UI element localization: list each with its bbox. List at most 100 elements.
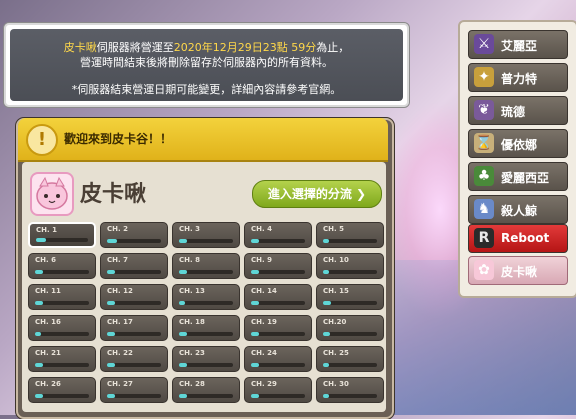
- channel-label: CH. 16: [35, 318, 61, 326]
- channel-load-fill: [251, 363, 260, 367]
- channel-load-bar: [251, 270, 305, 274]
- claw-icon: ❦: [474, 100, 494, 120]
- channel-button[interactable]: CH. 8: [172, 253, 240, 279]
- channel-load-bar: [36, 238, 88, 242]
- notice-line-2: 營運時間結束後將刪除留存於伺服器內的所有資料。: [80, 56, 333, 69]
- channel-label: CH. 5: [323, 225, 344, 233]
- world-button[interactable]: R Reboot: [468, 224, 568, 253]
- channel-load-bar: [179, 270, 233, 274]
- channel-button[interactable]: CH. 28: [172, 377, 240, 403]
- channel-label: CH. 22: [107, 349, 133, 357]
- world-button[interactable]: ♞ 殺人鯨: [468, 195, 568, 224]
- channel-button[interactable]: CH. 19: [244, 315, 312, 341]
- channel-button[interactable]: CH. 30: [316, 377, 384, 403]
- channel-label: CH. 9: [251, 256, 272, 264]
- channel-label: CH. 8: [179, 256, 200, 264]
- channel-load-fill: [323, 239, 330, 243]
- world-button[interactable]: ⌛ 優依娜: [468, 129, 568, 158]
- world-label: 殺人鯨: [501, 204, 538, 218]
- channel-button[interactable]: CH. 3: [172, 222, 240, 248]
- staff-icon: ✦: [474, 67, 494, 87]
- channel-button[interactable]: CH.20: [316, 315, 384, 341]
- channel-load-bar: [179, 301, 233, 305]
- channel-label: CH. 24: [251, 349, 277, 357]
- hourglass-icon: ⌛: [474, 133, 494, 153]
- pinkbean-avatar-icon: [30, 172, 74, 216]
- notice-line-3: *伺服器結束營運日期可能變更，詳細內容請參考官網。: [71, 83, 342, 96]
- world-button[interactable]: ✿ 皮卡啾: [468, 256, 568, 285]
- channel-button[interactable]: CH. 16: [28, 315, 96, 341]
- channel-load-fill: [107, 332, 116, 336]
- channel-load-fill: [179, 332, 187, 336]
- channel-label: CH. 10: [323, 256, 349, 264]
- channel-load-bar: [35, 270, 89, 274]
- channel-button[interactable]: CH. 18: [172, 315, 240, 341]
- channel-button[interactable]: CH. 13: [172, 284, 240, 310]
- world-button[interactable]: ❦ 琉德: [468, 96, 568, 125]
- channel-label: CH. 3: [179, 225, 200, 233]
- channel-label: CH. 19: [251, 318, 277, 326]
- channel-button[interactable]: CH. 27: [100, 377, 168, 403]
- channel-button[interactable]: CH. 29: [244, 377, 312, 403]
- channel-load-bar: [323, 301, 377, 305]
- channel-button[interactable]: CH. 21: [28, 346, 96, 372]
- channel-button[interactable]: CH. 17: [100, 315, 168, 341]
- channel-button[interactable]: CH. 23: [172, 346, 240, 372]
- channel-load-bar: [251, 363, 305, 367]
- channel-load-fill: [35, 332, 42, 336]
- channel-button[interactable]: CH. 9: [244, 253, 312, 279]
- enter-channel-button[interactable]: 進入選擇的分流 ❯: [252, 180, 382, 208]
- channel-button[interactable]: CH. 26: [28, 377, 96, 403]
- channel-label: CH. 14: [251, 287, 277, 295]
- notice-server-name: 皮卡啾: [63, 41, 97, 54]
- channel-load-fill: [323, 363, 330, 367]
- channel-button[interactable]: CH. 1: [28, 222, 96, 248]
- channel-label: CH. 17: [107, 318, 133, 326]
- channel-button[interactable]: CH. 10: [316, 253, 384, 279]
- channel-load-bar: [323, 394, 377, 398]
- channel-label: CH. 23: [179, 349, 205, 357]
- welcome-banner: ! 歡迎來到皮卡谷！！: [18, 118, 388, 162]
- world-label: 優依娜: [501, 138, 538, 152]
- world-label: Reboot: [501, 231, 550, 245]
- channel-button[interactable]: CH. 7: [100, 253, 168, 279]
- world-label: 皮卡啾: [501, 265, 538, 279]
- channel-button[interactable]: CH. 4: [244, 222, 312, 248]
- channel-label: CH. 13: [179, 287, 205, 295]
- channel-button[interactable]: CH. 12: [100, 284, 168, 310]
- channel-label: CH. 6: [35, 256, 56, 264]
- channel-label: CH. 29: [251, 380, 277, 388]
- sword-icon: ⚔: [474, 34, 494, 54]
- channel-label: CH. 15: [323, 287, 349, 295]
- channel-label: CH. 28: [179, 380, 205, 388]
- channel-button[interactable]: CH. 6: [28, 253, 96, 279]
- tree-icon: ♣: [474, 166, 494, 186]
- welcome-text: 歡迎來到皮卡谷！！: [64, 132, 173, 146]
- channel-button[interactable]: CH. 24: [244, 346, 312, 372]
- notice-body: 皮卡啾伺服器將營運至2020年12月29日23點 59分為止， 營運時間結束後將…: [10, 29, 403, 101]
- notice-text-b: 為止，: [316, 41, 350, 54]
- channel-load-bar: [107, 239, 161, 243]
- channel-button[interactable]: CH. 22: [100, 346, 168, 372]
- channel-load-fill: [251, 270, 260, 274]
- channel-button[interactable]: CH. 2: [100, 222, 168, 248]
- channel-load-bar: [35, 394, 89, 398]
- channel-load-bar: [251, 239, 305, 243]
- channel-load-bar: [35, 363, 89, 367]
- channel-load-fill: [179, 301, 186, 305]
- channel-button[interactable]: CH. 11: [28, 284, 96, 310]
- channel-button[interactable]: CH. 14: [244, 284, 312, 310]
- channel-button[interactable]: CH. 5: [316, 222, 384, 248]
- channel-load-fill: [323, 332, 331, 336]
- world-button[interactable]: ♣ 愛麗西亞: [468, 162, 568, 191]
- world-button[interactable]: ✦ 普力特: [468, 63, 568, 92]
- channel-load-fill: [35, 363, 43, 367]
- channel-load-bar: [107, 332, 161, 336]
- notice-text-a: 伺服器將營運至: [96, 41, 174, 54]
- channel-button[interactable]: CH. 15: [316, 284, 384, 310]
- world-button[interactable]: ⚔ 艾麗亞: [468, 30, 568, 59]
- channel-label: CH. 21: [35, 349, 61, 357]
- channel-load-bar: [107, 363, 161, 367]
- channel-button[interactable]: CH. 25: [316, 346, 384, 372]
- channel-grid: CH. 1 CH. 2 CH. 3 CH. 4 CH. 5 CH. 6 CH. 7 CH. 8…: [28, 222, 384, 403]
